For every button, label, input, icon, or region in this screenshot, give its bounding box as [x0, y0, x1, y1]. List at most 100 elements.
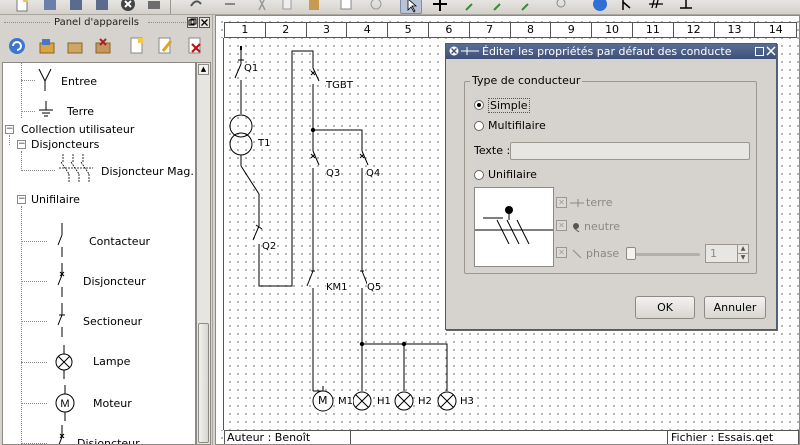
checkbox-phase[interactable]: ✕ [556, 247, 567, 258]
new-category-icon[interactable] [38, 37, 56, 55]
radio-simple[interactable] [474, 100, 484, 110]
label-multifilaire[interactable]: Multifilaire [488, 119, 546, 132]
edit-element-icon[interactable] [156, 37, 174, 55]
radio-multifilaire[interactable] [474, 121, 484, 131]
tree-item-entree[interactable]: Entree [61, 75, 97, 88]
wires-main [240, 50, 448, 391]
new-element-icon[interactable] [128, 37, 146, 55]
scroll-thumb[interactable] [198, 323, 209, 443]
tree-item-lampe[interactable]: Lampe [93, 355, 130, 368]
edit-category-icon[interactable] [66, 37, 84, 55]
dialog-menu-icon[interactable] [449, 46, 459, 56]
maximize-icon[interactable] [755, 47, 764, 56]
label-simple[interactable]: Simple [488, 98, 530, 113]
phase-count-spinbox[interactable]: 1 ▲ ▼ [705, 244, 749, 263]
collapse-icon[interactable]: − [17, 140, 26, 149]
label-phase: phase [586, 247, 620, 260]
label-neutre: neutre [584, 220, 621, 233]
zoom-fit-icon[interactable] [520, 0, 536, 12]
tree-item-disjoncteur-mag[interactable]: Disjoncteur Mag... [101, 165, 195, 178]
tree-line [21, 63, 22, 118]
paste-icon[interactable] [306, 0, 322, 12]
texte-input[interactable] [510, 142, 750, 160]
group-title: Type de conducteur [470, 74, 583, 87]
terre-icon [570, 199, 584, 207]
label-m1: M1 [338, 396, 353, 407]
open-icon[interactable] [42, 0, 58, 12]
cancel-button[interactable]: Annuler [704, 296, 766, 319]
device-panel: Panel d'appareils Entree Terre − Collect… [0, 15, 213, 445]
conductor-icon[interactable] [620, 0, 636, 12]
collapse-icon[interactable]: − [17, 195, 26, 204]
checkbox-neutre[interactable]: ✕ [556, 220, 567, 231]
panel-title: Panel d'appareils [54, 17, 140, 28]
label-t1: T1 [258, 138, 271, 149]
refresh-icon[interactable] [8, 37, 26, 55]
close-icon[interactable] [766, 46, 776, 56]
tree-item-disjoncteurs[interactable]: Disjoncteurs [31, 138, 99, 151]
delete-element-icon[interactable] [186, 37, 204, 55]
ground-icon[interactable] [648, 0, 664, 12]
tree-line [21, 362, 47, 363]
zoom-out-icon[interactable] [492, 0, 508, 12]
close-panel-icon[interactable] [199, 17, 210, 28]
wires-km1 [306, 130, 320, 391]
tree-item-unifilaire[interactable]: Unifilaire [31, 193, 80, 206]
move-icon[interactable] [432, 0, 448, 12]
copy-icon[interactable] [280, 0, 296, 12]
undo-icon[interactable] [188, 0, 204, 12]
spin-up-icon[interactable]: ▲ [737, 245, 748, 253]
tree-item-disjoncteur2[interactable]: Disjoncteur [77, 437, 140, 444]
tree-item-terre[interactable]: Terre [67, 105, 94, 118]
title-grip [4, 22, 50, 24]
tree-line [21, 403, 47, 404]
title-grip [148, 22, 186, 24]
float-icon[interactable] [187, 17, 198, 28]
tree-item-disjoncteur[interactable]: Disjoncteur [83, 275, 146, 288]
disjoncteur2-icon [58, 425, 65, 444]
redo-icon[interactable] [222, 0, 238, 12]
save-icon[interactable] [68, 0, 84, 12]
element-tree: Entree Terre − Collection utilisateur − … [2, 62, 196, 445]
label-q3: Q3 [326, 168, 341, 179]
radio-unifilaire[interactable] [474, 170, 484, 180]
tree-scrollbar[interactable]: ▲ [196, 62, 211, 445]
conductor-icon [461, 47, 479, 55]
close-icon[interactable] [120, 0, 136, 12]
zoom-reset-icon[interactable] [552, 0, 568, 12]
cut-icon[interactable] [254, 0, 270, 12]
collapse-icon[interactable]: − [5, 125, 14, 134]
terminal-icon[interactable] [678, 0, 694, 12]
save-as-icon[interactable] [94, 0, 110, 12]
info-icon[interactable] [592, 0, 608, 12]
delete-category-icon[interactable] [94, 37, 112, 55]
label-km1: KM1 [326, 282, 348, 293]
toolbar [0, 0, 800, 15]
zoom-in-icon[interactable] [464, 0, 480, 12]
phase-icon [572, 249, 582, 258]
select-mode-button[interactable] [400, 0, 422, 14]
motor-symbol-m: M [318, 394, 328, 407]
phase-slider-track[interactable] [628, 253, 700, 256]
delete-icon[interactable] [338, 0, 354, 12]
tree-item-sectioneur[interactable]: Sectioneur [83, 315, 142, 328]
checkbox-terre[interactable]: ✕ [556, 197, 567, 208]
t1-lower-coil [229, 132, 253, 156]
dialog-titlebar: Éditer les propriétés par défaut des con… [446, 44, 776, 59]
scroll-up-icon[interactable]: ▲ [198, 64, 209, 75]
label-q2: Q2 [262, 241, 277, 252]
tree-item-contacteur[interactable]: Contacteur [89, 235, 150, 248]
tree-item-moteur[interactable]: Moteur [93, 397, 132, 410]
phase-slider-thumb[interactable] [626, 247, 636, 260]
print-icon[interactable] [146, 0, 162, 12]
tree-line [21, 111, 35, 112]
label-unifilaire[interactable]: Unifilaire [488, 168, 537, 181]
tree-item-collection[interactable]: Collection utilisateur [21, 123, 134, 136]
rotate-icon[interactable] [368, 0, 384, 12]
new-document-icon[interactable] [14, 0, 30, 12]
ok-button[interactable]: OK [635, 296, 695, 319]
wires-lamps [361, 344, 405, 391]
sectioneur-icon [57, 303, 65, 337]
tree-line [21, 241, 47, 242]
spin-down-icon[interactable]: ▼ [737, 253, 748, 262]
